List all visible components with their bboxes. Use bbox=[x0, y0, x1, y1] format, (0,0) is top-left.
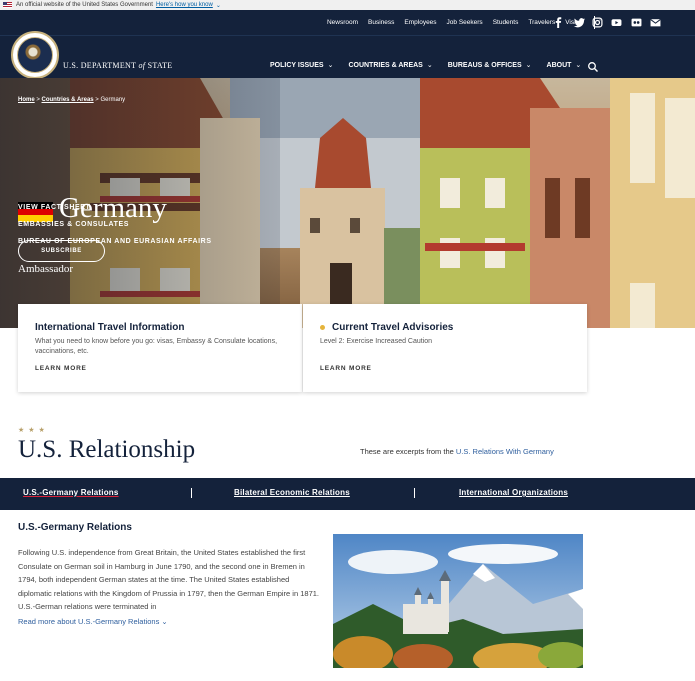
excerpt-text: These are excerpts from the bbox=[360, 447, 456, 456]
chevron-down-icon: ⌄ bbox=[426, 62, 433, 69]
instagram-icon[interactable] bbox=[592, 17, 603, 28]
castle-landscape-image bbox=[333, 534, 583, 668]
excerpt-note: These are excerpts from the U.S. Relatio… bbox=[360, 447, 554, 456]
twitter-icon[interactable] bbox=[574, 17, 585, 28]
tab-us-germany-relations[interactable]: U.S.-Germany Relations bbox=[23, 488, 119, 497]
nav-label: POLICY ISSUES bbox=[270, 61, 324, 69]
chevron-down-icon: ⌄ bbox=[525, 62, 532, 69]
tab-bilateral-economic[interactable]: Bilateral Economic Relations bbox=[234, 488, 350, 497]
how-you-know-link[interactable]: Here's how you know bbox=[156, 2, 213, 8]
card-title: Current Travel Advisories bbox=[332, 322, 454, 333]
breadcrumb-separator: > bbox=[34, 97, 42, 103]
read-more-link[interactable]: Read more about U.S.-Germany Relations ⌄ bbox=[18, 617, 168, 626]
travel-advisory-card[interactable]: Current Travel Advisories Level 2: Exerc… bbox=[303, 304, 587, 392]
subsection-body: Following U.S. independence from Great B… bbox=[18, 548, 319, 611]
youtube-icon[interactable] bbox=[611, 17, 622, 28]
fact-sheet-link[interactable]: VIEW FACT SHEET bbox=[18, 204, 90, 211]
chevron-down-icon: ⌄ bbox=[575, 62, 582, 69]
subsection-title: U.S.-Germany Relations bbox=[18, 522, 132, 533]
read-more-label: Read more about U.S.-Germany Relations bbox=[18, 617, 160, 626]
official-banner: An official website of the United States… bbox=[0, 0, 695, 10]
breadcrumb-current: Germany bbox=[100, 97, 126, 103]
card-description: What you need to know before you go: vis… bbox=[35, 338, 278, 355]
castle-photo bbox=[333, 534, 583, 668]
nav-about[interactable]: ABOUT ⌄ bbox=[546, 61, 582, 70]
ambassador-link[interactable]: Ambassador bbox=[18, 263, 73, 275]
bureau-link[interactable]: BUREAU OF EUROPEAN AND EURASIAN AFFAIRS bbox=[18, 238, 212, 245]
email-icon[interactable] bbox=[650, 17, 661, 28]
card-description: Level 2: Exercise Increased Caution bbox=[320, 338, 433, 345]
nav-label: COUNTRIES & AREAS bbox=[348, 61, 423, 69]
utility-link-business[interactable]: Business bbox=[368, 19, 394, 26]
search-icon[interactable] bbox=[587, 60, 599, 72]
eagle-emblem-icon bbox=[23, 43, 43, 63]
chevron-down-icon[interactable]: ⌄ bbox=[216, 2, 221, 9]
us-flag-icon bbox=[3, 2, 12, 8]
tab-divider bbox=[414, 488, 415, 498]
nav-label: ABOUT bbox=[546, 61, 572, 69]
chevron-down-icon: ⌄ bbox=[327, 62, 334, 69]
breadcrumb-countries[interactable]: Countries & Areas bbox=[42, 97, 94, 103]
site-header: Newsroom Business Employees Job Seekers … bbox=[0, 10, 695, 79]
utility-link-newsroom[interactable]: Newsroom bbox=[327, 19, 358, 26]
tab-divider bbox=[191, 488, 192, 498]
header-divider bbox=[0, 35, 695, 36]
relationship-tabs: U.S.-Germany Relations Bilateral Economi… bbox=[0, 478, 695, 510]
nav-policy-issues[interactable]: POLICY ISSUES ⌄ bbox=[270, 61, 334, 70]
chevron-down-icon: ⌄ bbox=[161, 617, 168, 626]
breadcrumb: Home > Countries & Areas > Germany bbox=[18, 97, 125, 103]
nav-countries-areas[interactable]: COUNTRIES & AREAS ⌄ bbox=[348, 61, 433, 70]
tab-international-organizations[interactable]: International Organizations bbox=[459, 488, 568, 497]
utility-link-employees[interactable]: Employees bbox=[404, 19, 436, 26]
department-seal-logo[interactable] bbox=[11, 31, 59, 79]
department-name[interactable]: U.S. DEPARTMENT of STATE bbox=[63, 61, 172, 70]
official-text: An official website of the United States… bbox=[16, 2, 153, 8]
advisory-level-dot-icon bbox=[320, 325, 325, 330]
department-name-post: STATE bbox=[145, 61, 173, 70]
travel-info-card[interactable]: International Travel Information What yo… bbox=[18, 304, 302, 392]
embassies-consulates-link[interactable]: EMBASSIES & CONSULATES bbox=[18, 221, 129, 228]
country-hero: Home > Countries & Areas > Germany Germa… bbox=[0, 78, 695, 328]
breadcrumb-home[interactable]: Home bbox=[18, 97, 35, 103]
nav-label: BUREAUS & OFFICES bbox=[447, 61, 522, 69]
stars-decoration-icon: ★ ★ ★ bbox=[18, 427, 46, 434]
learn-more-link[interactable]: LEARN MORE bbox=[35, 365, 87, 372]
learn-more-link[interactable]: LEARN MORE bbox=[320, 365, 372, 372]
facebook-icon[interactable] bbox=[553, 17, 564, 28]
card-title: International Travel Information bbox=[35, 322, 185, 333]
relations-link[interactable]: U.S. Relations With Germany bbox=[456, 447, 554, 456]
flickr-icon[interactable] bbox=[631, 17, 642, 28]
main-nav: POLICY ISSUES ⌄ COUNTRIES & AREAS ⌄ BURE… bbox=[270, 61, 596, 70]
department-name-pre: U.S. DEPARTMENT bbox=[63, 61, 139, 70]
nav-bureaus-offices[interactable]: BUREAUS & OFFICES ⌄ bbox=[447, 61, 532, 70]
section-heading: U.S. Relationship bbox=[18, 436, 196, 463]
social-links bbox=[465, 10, 695, 35]
